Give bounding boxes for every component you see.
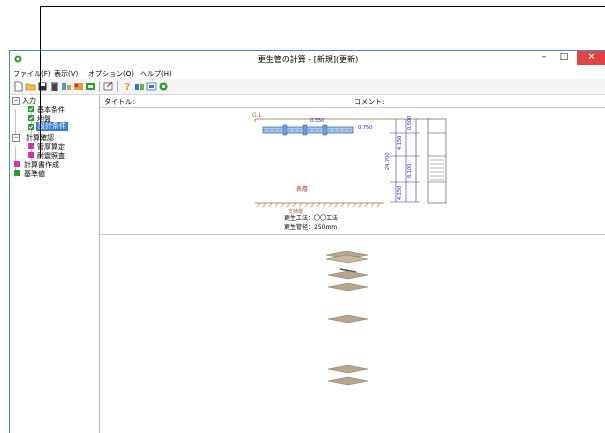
pipe-joint (302, 124, 308, 136)
dim-label: 0.750 (358, 125, 372, 131)
status-pink-icon (28, 152, 34, 158)
pipe-joint (322, 124, 328, 136)
tool-icon-b[interactable] (73, 81, 84, 92)
layer-plate (327, 376, 369, 386)
tool-icon-a[interactable] (61, 81, 72, 92)
tool-icon-g[interactable] (158, 81, 169, 92)
toolbar-separator (99, 81, 100, 92)
tree-node-pipe-thickness[interactable]: 管厚算定 (10, 142, 98, 151)
bearing-layer-hatch (256, 202, 381, 208)
dim-label: 4.150 (397, 186, 403, 200)
window-title: 更生管の計算 - [新規](更新) (257, 55, 359, 64)
tree-node-standard-values[interactable]: 基準値 (10, 169, 98, 178)
layer-plate (327, 364, 369, 374)
minimize-button[interactable]: – (535, 51, 553, 65)
tree-node-report[interactable]: 計算書作成 (10, 160, 98, 169)
title-label: タイトル: (104, 98, 135, 106)
toolbar-separator (117, 81, 118, 92)
tree-node-quake-check[interactable]: 耐震照査 (10, 151, 98, 160)
comment-label: コメント: (354, 98, 385, 106)
layer-plate (327, 314, 369, 324)
dim-label: 0.350 (310, 118, 324, 124)
close-button[interactable]: × (577, 51, 605, 65)
gl-label: G.L (252, 112, 263, 119)
dim-label: 0.500 (407, 116, 413, 130)
tree-node-calc-check[interactable]: − 計算確認 (10, 133, 98, 142)
delete-icon[interactable] (49, 81, 60, 92)
3d-layers-drawing (325, 250, 369, 386)
check-green-icon (28, 124, 34, 130)
collapse-icon[interactable]: − (12, 134, 20, 142)
pipe-joint (282, 124, 288, 136)
callout-line-horizontal (40, 6, 605, 7)
dim-label: 24.700 (385, 153, 391, 171)
save-icon[interactable] (37, 81, 48, 92)
tool-icon-e[interactable] (134, 81, 145, 92)
svg-text:?: ? (125, 82, 131, 92)
open-folder-icon[interactable] (25, 81, 36, 92)
bearing-layer-label: 支持層 (288, 208, 303, 215)
app-window: 更生管の計算 - [新規](更新) – □ × ファイル(F) 表示(V) オプ… (9, 50, 605, 433)
status-pink-icon (28, 143, 34, 149)
status-pink-icon (14, 161, 20, 167)
menu-bar: ファイル(F) 表示(V) オプション(O) ヘルプ(H) (10, 67, 605, 79)
surface-layer-label: 表層 (296, 185, 308, 193)
cross-section-diagram: G.L 0.350 0.750 24.700 4.150 4.150 0.500… (100, 108, 605, 235)
layer-plate (327, 270, 369, 280)
menu-options[interactable]: オプション(O) (88, 69, 134, 79)
cross-section-drawing: G.L 0.350 0.750 24.700 4.150 4.150 0.500… (252, 112, 447, 231)
help-icon[interactable]: ? (122, 81, 133, 92)
menu-view[interactable]: 表示(V) (54, 69, 78, 79)
tool-icon-c[interactable] (85, 81, 96, 92)
maximize-button[interactable]: □ (555, 51, 573, 65)
info-header: タイトル: コメント: (100, 95, 605, 108)
menu-file[interactable]: ファイル(F) (13, 69, 51, 79)
menu-help[interactable]: ヘルプ(H) (140, 69, 172, 79)
tree-node-label: 基準値 (24, 170, 45, 178)
tool-icon-f[interactable] (146, 81, 157, 92)
method-text: 更生工法：〇〇工法 (284, 214, 338, 222)
callout-line-vertical (40, 6, 41, 158)
diameter-text: 更生管径：250mm (284, 223, 337, 231)
status-green-icon (14, 170, 20, 176)
dim-label: 4.150 (397, 136, 403, 150)
dim-label: 8.100 (407, 164, 413, 178)
tree-node-design-conditions[interactable]: 設計条件 (10, 122, 98, 132)
title-bar: 更生管の計算 - [新規](更新) – □ × (10, 51, 605, 67)
navigation-tree: − 入力 基本条件 地盤 設計条件 − 計算確認 管厚算定 耐震照査 計算書作成… (10, 95, 100, 433)
main-content: タイトル: コメント: G.L 0.350 0.750 24.700 4.150… (100, 95, 605, 433)
tree-node-input[interactable]: − 入力 (10, 96, 98, 105)
check-green-icon (28, 106, 34, 112)
collapse-icon[interactable]: − (12, 97, 20, 105)
tree-node-basic-conditions[interactable]: 基本条件 (10, 105, 98, 114)
soil-column (427, 118, 447, 204)
check-green-icon (28, 115, 34, 121)
layer-plate (327, 282, 369, 292)
tool-icon-d[interactable] (103, 81, 114, 92)
new-file-icon[interactable] (13, 81, 24, 92)
toolbar: ? (10, 79, 605, 95)
3d-view (100, 235, 605, 433)
